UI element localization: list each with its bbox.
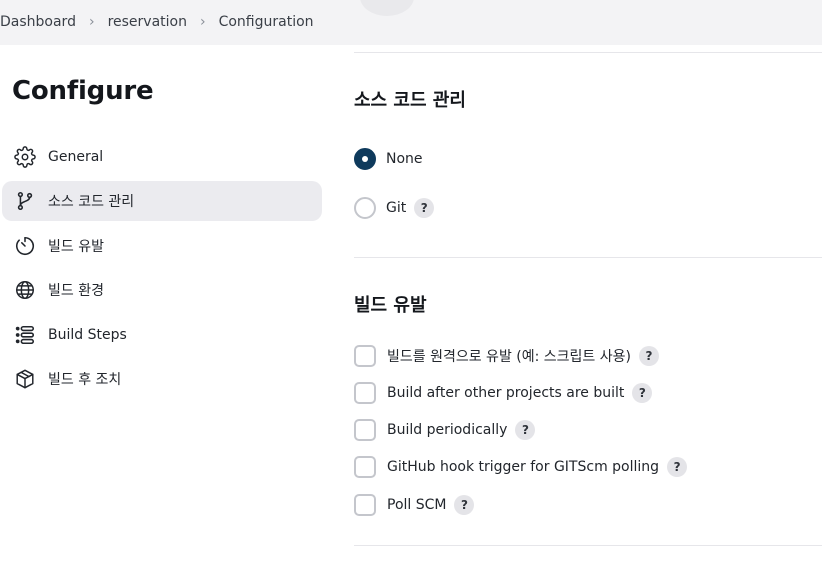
breadcrumb: Dashboard › reservation › Configuration	[0, 14, 314, 30]
sidebar-item-label: 빌드 환경	[48, 283, 104, 300]
poll-scm-checkbox[interactable]	[354, 494, 376, 516]
poll-scm-label: Poll SCM	[387, 497, 447, 513]
gear-icon	[14, 146, 36, 168]
help-icon[interactable]: ?	[667, 457, 688, 477]
git-radio[interactable]	[354, 197, 376, 219]
section-divider	[354, 257, 822, 258]
timer-icon	[14, 235, 36, 257]
globe-icon	[14, 279, 36, 301]
sidebar-item-build-steps[interactable]: Build Steps	[2, 315, 322, 355]
build-periodically-label: Build periodically	[387, 422, 508, 438]
chevron-right-icon: ›	[88, 14, 95, 30]
trigger-remote-build[interactable]: 빌드를 원격으로 유발 (예: 스크립트 사용) ?	[354, 345, 659, 367]
help-icon[interactable]: ?	[515, 420, 536, 440]
breadcrumb-dashboard[interactable]: Dashboard	[0, 14, 76, 30]
header-decoration	[360, 0, 414, 16]
sidebar-item-general[interactable]: General	[2, 137, 322, 177]
section-divider	[354, 545, 822, 546]
remote-build-checkbox[interactable]	[354, 345, 376, 367]
page-title: Configure	[12, 76, 154, 106]
sidebar-item-label: Build Steps	[48, 326, 127, 343]
trigger-after-other-projects[interactable]: Build after other projects are built ?	[354, 382, 653, 404]
scm-section-title: 소스 코드 관리	[354, 90, 466, 111]
help-icon[interactable]: ?	[454, 495, 475, 515]
sidebar-item-source-code[interactable]: 소스 코드 관리	[2, 181, 322, 222]
none-radio[interactable]	[354, 148, 376, 170]
sidebar-item-build-env[interactable]: 빌드 환경	[2, 270, 322, 310]
github-hook-checkbox[interactable]	[354, 456, 376, 478]
section-divider	[354, 52, 822, 53]
remote-build-label: 빌드를 원격으로 유발 (예: 스크립트 사용)	[387, 349, 631, 365]
list-icon	[14, 324, 36, 346]
breadcrumb-bar: Dashboard › reservation › Configuration	[0, 0, 822, 45]
package-icon	[14, 368, 36, 390]
build-periodically-checkbox[interactable]	[354, 419, 376, 441]
help-icon[interactable]: ?	[414, 198, 435, 218]
sidebar: General 소스 코드 관리 빌드 유발 빌드 환경 Build Steps…	[2, 137, 322, 403]
chevron-right-icon: ›	[199, 14, 206, 30]
branch-icon	[14, 190, 36, 212]
breadcrumb-reservation[interactable]: reservation	[108, 14, 187, 30]
git-label: Git	[386, 200, 407, 216]
after-other-projects-checkbox[interactable]	[354, 382, 376, 404]
after-other-projects-label: Build after other projects are built	[387, 385, 625, 401]
sidebar-item-label: 빌드 유발	[48, 238, 104, 255]
help-icon[interactable]: ?	[632, 383, 653, 403]
none-label: None	[386, 151, 423, 167]
github-hook-label: GitHub hook trigger for GITScm polling	[387, 459, 660, 475]
sidebar-item-label: 빌드 후 조치	[48, 371, 122, 388]
help-icon[interactable]: ?	[638, 346, 659, 366]
trigger-poll-scm[interactable]: Poll SCM ?	[354, 494, 475, 516]
sidebar-item-label: General	[48, 149, 104, 165]
scm-option-git[interactable]: Git ?	[354, 197, 435, 219]
sidebar-item-label: 소스 코드 관리	[48, 194, 135, 211]
sidebar-item-build-triggers[interactable]: 빌드 유발	[2, 226, 322, 266]
sidebar-item-post-build[interactable]: 빌드 후 조치	[2, 359, 322, 399]
triggers-section-title: 빌드 유발	[354, 295, 427, 316]
trigger-build-periodically[interactable]: Build periodically ?	[354, 419, 536, 441]
scm-option-none[interactable]: None	[354, 148, 423, 170]
breadcrumb-configuration[interactable]: Configuration	[219, 14, 314, 30]
trigger-github-hook[interactable]: GitHub hook trigger for GITScm polling ?	[354, 456, 688, 478]
